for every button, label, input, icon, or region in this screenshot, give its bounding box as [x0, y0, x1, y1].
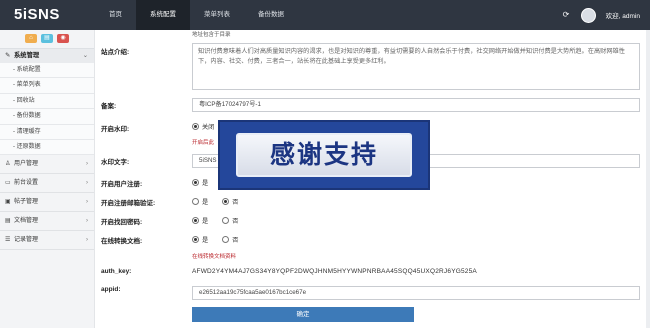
online-doc-help: 在线转换文档资料	[192, 254, 237, 260]
watermark-label: 开启水印:	[101, 126, 130, 133]
nav-menu-list[interactable]: 菜单列表	[190, 0, 244, 30]
nav-backup[interactable]: 备份数据	[244, 0, 298, 30]
watermark-help: 开启后此	[192, 140, 215, 146]
sidebar-item-restore[interactable]: - 还原数据	[0, 139, 94, 156]
watermark-off-label: 关闭	[202, 124, 215, 131]
find-password-yes-label: 是	[202, 218, 209, 225]
document-icon[interactable]: ▤	[41, 34, 53, 43]
document-icon: ▤	[5, 218, 11, 225]
sidebar-group-system[interactable]: ✎ 系统管理 ⌄	[0, 48, 94, 63]
appid-input[interactable]: e26512aa19c75fcaa5ae0167bc1ce67e	[192, 286, 640, 300]
sidebar-item-label: 前台设置	[14, 180, 39, 187]
chevron-down-icon: ⌄	[82, 52, 88, 59]
sidebar-item-posts[interactable]: ▣ 帖子管理 ›	[0, 193, 94, 213]
sidebar-group-label: 系统管理	[14, 52, 40, 59]
sidebar-item-label: 用户管理	[14, 161, 39, 168]
site-intro-textarea[interactable]: 知识付费意味着人们对高质量知识内容的渴求，也是对知识的尊重，有益切需要的人自然会…	[192, 43, 640, 90]
icp-label: 备案:	[101, 103, 117, 110]
sidebar-item-system-config[interactable]: - 系统配置	[0, 63, 94, 79]
find-password-label: 开启找回密码:	[101, 219, 143, 226]
sidebar-item-frontend[interactable]: ▭ 前台设置 ›	[0, 174, 94, 194]
quick-actions: ⌂ ▤ ◉	[0, 30, 94, 48]
appid-label: appid:	[101, 286, 121, 293]
auth-key-label: auth_key:	[101, 268, 132, 275]
sidebar-item-label: 帖子管理	[14, 199, 39, 206]
register-yes-label: 是	[202, 180, 209, 187]
sidebar-item-documents[interactable]: ▤ 文档管理 ›	[0, 212, 94, 232]
chevron-right-icon: ›	[86, 199, 88, 206]
sidebar-item-recycle-bin[interactable]: - 回收站	[0, 93, 94, 110]
email-verify-yes-radio[interactable]	[192, 198, 199, 205]
settings-icon[interactable]: ◉	[57, 34, 69, 43]
watermark-off-radio[interactable]	[192, 123, 199, 130]
wrench-icon: ✎	[5, 52, 11, 59]
online-doc-no-label: 否	[232, 237, 239, 244]
email-verify-label: 开启注册邮箱验证:	[101, 200, 156, 207]
online-doc-yes-label: 是	[202, 237, 209, 244]
sidebar-item-users[interactable]: ♙ 用户管理 ›	[0, 155, 94, 175]
sidebar-item-menu-list[interactable]: - 菜单列表	[0, 78, 94, 94]
watermark-text-label: 水印文字:	[101, 159, 130, 166]
email-verify-no-label: 否	[232, 199, 239, 206]
icp-input[interactable]: 粤ICP备17024797号-1	[192, 98, 640, 112]
find-password-options: 是 否	[192, 216, 238, 225]
find-password-yes-radio[interactable]	[192, 217, 199, 224]
monitor-icon: ▭	[5, 180, 11, 187]
form-hint: 地址包含于目录	[192, 32, 231, 38]
avatar[interactable]	[580, 7, 596, 23]
sidebar-item-records[interactable]: ☰ 记录管理 ›	[0, 231, 94, 251]
sidebar-item-backup[interactable]: - 备份数据	[0, 109, 94, 125]
home-icon[interactable]: ⌂	[25, 34, 37, 43]
thanks-overlay: 感谢支持	[218, 120, 430, 190]
nav-system-config[interactable]: 系统配置	[136, 0, 190, 30]
register-yes-radio[interactable]	[192, 179, 199, 186]
welcome-text[interactable]: 欢迎, admin	[606, 10, 640, 20]
online-doc-yes-radio[interactable]	[192, 236, 199, 243]
user-area: ⟳ 欢迎, admin	[563, 0, 640, 30]
sidebar-item-label: 记录管理	[14, 237, 39, 244]
find-password-no-label: 否	[232, 218, 239, 225]
thanks-text: 感谢支持	[236, 133, 412, 177]
find-password-no-radio[interactable]	[222, 217, 230, 224]
sidebar: ⌂ ▤ ◉ ✎ 系统管理 ⌄ - 系统配置 - 菜单列表 - 回收站 - 备份数据…	[0, 30, 95, 328]
submit-button[interactable]: 确定	[192, 307, 414, 322]
chevron-right-icon: ›	[86, 180, 88, 187]
online-doc-label: 在线转换文档:	[101, 238, 143, 245]
chevron-right-icon: ›	[86, 237, 88, 244]
online-doc-options: 是 否	[192, 235, 238, 244]
watermark-options: 关闭	[192, 122, 214, 131]
online-doc-no-radio[interactable]	[222, 236, 230, 243]
page-scrollbar[interactable]	[646, 30, 650, 328]
register-label: 开启用户注册:	[101, 181, 143, 188]
list-icon: ☰	[5, 237, 11, 244]
sidebar-item-clear-cache[interactable]: - 清理缓存	[0, 124, 94, 140]
email-verify-yes-label: 是	[202, 199, 209, 206]
chevron-right-icon: ›	[86, 161, 88, 168]
top-navbar: 5iSNS 首页 系统配置 菜单列表 备份数据 ⟳ 欢迎, admin	[0, 0, 650, 30]
email-verify-options: 是 否	[192, 197, 238, 206]
site-intro-label: 站点介绍:	[101, 49, 130, 56]
main-nav: 首页 系统配置 菜单列表 备份数据	[95, 0, 298, 30]
auth-key-value: AFWD2Y4YM4AJ7GS34Y8YQPF2DWQJHNM5HYYWNPNR…	[192, 268, 477, 275]
email-verify-no-radio[interactable]	[222, 198, 230, 205]
post-icon: ▣	[5, 199, 11, 206]
nav-home[interactable]: 首页	[95, 0, 136, 30]
chevron-right-icon: ›	[86, 218, 88, 225]
refresh-icon[interactable]: ⟳	[563, 11, 571, 19]
sidebar-item-label: 文档管理	[14, 218, 39, 225]
brand-logo[interactable]: 5iSNS	[14, 6, 60, 23]
user-icon: ♙	[5, 161, 11, 168]
